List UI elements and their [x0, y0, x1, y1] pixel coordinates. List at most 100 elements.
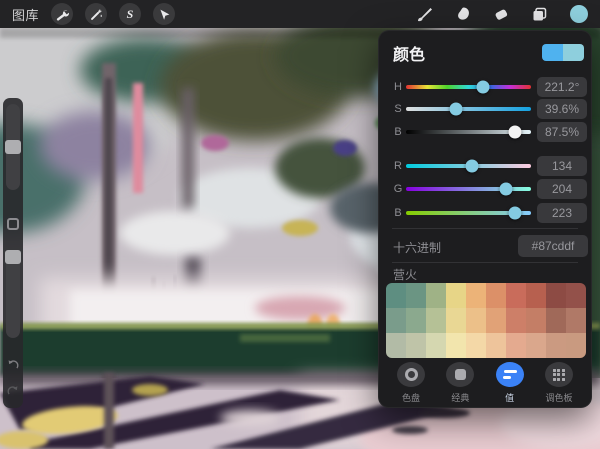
hex-label: 十六进制: [393, 239, 441, 256]
palette-swatch[interactable]: [466, 333, 486, 358]
palette-swatch[interactable]: [486, 308, 506, 333]
palette-swatch[interactable]: [406, 308, 426, 333]
divider: [392, 228, 578, 229]
panel-title: 颜色: [393, 41, 425, 65]
blue-label: B: [392, 207, 404, 219]
saturation-slider[interactable]: [406, 98, 531, 120]
brightness-value[interactable]: 87.5%: [537, 122, 587, 142]
saturation-thumb[interactable]: [449, 103, 462, 116]
hue-value[interactable]: 221.2°: [537, 77, 587, 97]
undo-icon: [6, 358, 20, 372]
procreate-window: 图库 S: [0, 0, 600, 449]
palette-swatch[interactable]: [566, 283, 586, 308]
palette-swatch[interactable]: [386, 333, 406, 358]
hue-label: H: [392, 81, 404, 93]
palette-swatch[interactable]: [426, 283, 446, 308]
active-color-swatch: [570, 5, 588, 23]
saturation-label: S: [392, 103, 404, 115]
hue-thumb[interactable]: [476, 81, 489, 94]
color-button[interactable]: [570, 5, 588, 23]
classic-icon: [455, 369, 466, 380]
palette-swatch[interactable]: [486, 283, 506, 308]
palette-swatch[interactable]: [446, 283, 466, 308]
red-label: R: [392, 160, 404, 172]
brightness-label: B: [392, 126, 404, 138]
palette-swatch[interactable]: [546, 283, 566, 308]
palette-swatch[interactable]: [466, 283, 486, 308]
hex-value-field[interactable]: #87cddf: [518, 235, 588, 257]
eraser-icon: [493, 6, 509, 22]
redo-icon: [6, 384, 20, 398]
palette-swatch[interactable]: [486, 333, 506, 358]
smudge-button[interactable]: [455, 6, 471, 22]
value-slider-icon: [503, 370, 517, 379]
brush-icon: [416, 6, 433, 23]
previous-color: [542, 44, 563, 61]
palette-swatch[interactable]: [506, 333, 526, 358]
palette-swatch[interactable]: [426, 333, 446, 358]
color-mode-tabs: 色盘 经典 值 调色板: [388, 362, 582, 404]
brightness-thumb[interactable]: [509, 126, 522, 139]
saturation-value[interactable]: 39.6%: [537, 99, 587, 119]
red-slider[interactable]: [406, 155, 531, 177]
eraser-button[interactable]: [493, 6, 509, 22]
palette-swatch[interactable]: [546, 308, 566, 333]
palette-swatch[interactable]: [386, 308, 406, 333]
brightness-slider[interactable]: [406, 121, 531, 143]
blue-slider[interactable]: [406, 202, 531, 224]
palette-swatch[interactable]: [526, 308, 546, 333]
tab-disc[interactable]: 色盘: [388, 362, 434, 404]
actions-button[interactable]: [51, 3, 73, 25]
tab-value[interactable]: 值: [487, 362, 533, 404]
red-value[interactable]: 134: [537, 156, 587, 176]
color-panel: 颜色 H 221.2° S 39.6% B 87.5% R 134 G: [378, 30, 592, 408]
smudge-icon: [455, 6, 471, 22]
brush-button[interactable]: [416, 6, 433, 23]
palette-swatch[interactable]: [506, 283, 526, 308]
color-history-swatch[interactable]: [542, 44, 584, 61]
green-value[interactable]: 204: [537, 179, 587, 199]
undo-button[interactable]: [4, 356, 22, 374]
layers-button[interactable]: [531, 6, 548, 23]
palette-swatch[interactable]: [526, 333, 546, 358]
disc-icon: [405, 368, 418, 381]
palette-swatch[interactable]: [566, 308, 586, 333]
palette-swatch[interactable]: [526, 283, 546, 308]
palette-swatch[interactable]: [566, 333, 586, 358]
opacity-handle[interactable]: [5, 250, 21, 264]
selection-button[interactable]: S: [119, 3, 141, 25]
hue-slider[interactable]: [406, 76, 531, 98]
green-slider[interactable]: [406, 178, 531, 200]
palette-swatch[interactable]: [546, 333, 566, 358]
palette-swatch[interactable]: [446, 308, 466, 333]
selection-s-icon: S: [127, 7, 134, 22]
magic-wand-icon: [90, 8, 103, 21]
transform-button[interactable]: [153, 3, 175, 25]
palette-name: 营火: [393, 266, 417, 283]
palette-swatch[interactable]: [406, 283, 426, 308]
transform-arrow-icon: [158, 8, 171, 21]
palette-swatch[interactable]: [466, 308, 486, 333]
green-thumb[interactable]: [500, 183, 513, 196]
palette-swatch[interactable]: [426, 308, 446, 333]
blue-value[interactable]: 223: [537, 203, 587, 223]
palette-grid: [386, 283, 586, 358]
divider: [392, 262, 578, 263]
modify-button[interactable]: [7, 218, 19, 230]
palette-swatch[interactable]: [446, 333, 466, 358]
palette-swatch[interactable]: [386, 283, 406, 308]
adjustments-button[interactable]: [85, 3, 107, 25]
tab-classic[interactable]: 经典: [437, 362, 483, 404]
gallery-button[interactable]: 图库: [12, 5, 39, 24]
redo-button[interactable]: [4, 382, 22, 400]
side-toolbar: [3, 98, 23, 408]
red-thumb[interactable]: [465, 160, 478, 173]
layers-icon: [531, 6, 548, 23]
tab-palettes[interactable]: 调色板: [536, 362, 582, 404]
brush-size-handle[interactable]: [5, 140, 21, 154]
palette-swatch[interactable]: [506, 308, 526, 333]
palettes-grid-icon: [553, 369, 565, 381]
wrench-icon: [56, 8, 69, 21]
palette-swatch[interactable]: [406, 333, 426, 358]
blue-thumb[interactable]: [509, 207, 522, 220]
